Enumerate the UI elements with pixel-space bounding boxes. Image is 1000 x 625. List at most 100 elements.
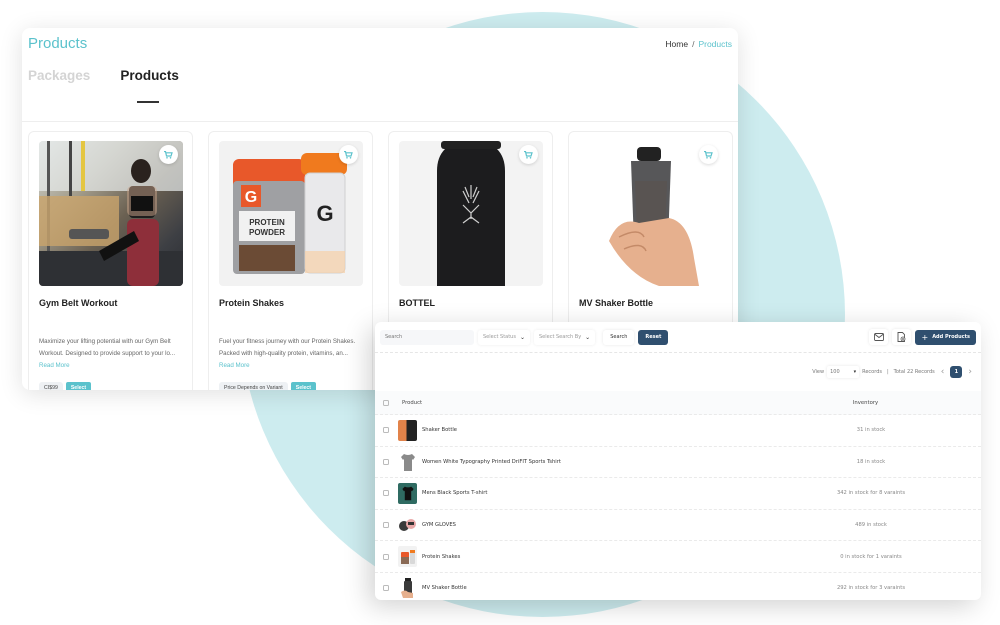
- select-all-checkbox[interactable]: [383, 399, 389, 406]
- email-button[interactable]: [869, 329, 889, 345]
- shaker-bottle-icon: [400, 578, 413, 599]
- row-checkbox[interactable]: [383, 585, 389, 592]
- description-text: Fuel your fitness journey with our Prote…: [219, 338, 356, 357]
- add-to-cart-button[interactable]: [339, 145, 358, 164]
- product-description: Fuel your fitness journey with our Prote…: [219, 336, 363, 376]
- add-products-button[interactable]: + Add Products: [915, 329, 976, 345]
- envelope-icon: [874, 333, 884, 341]
- table-header: Product Inventory: [375, 391, 981, 415]
- protein-powder-icon: [400, 549, 415, 564]
- read-more-link[interactable]: Read More: [39, 362, 70, 369]
- search-button[interactable]: Search: [603, 329, 635, 345]
- protein-powder-photo-icon: G PROTEIN POWDER G: [233, 153, 347, 274]
- black-tshirt-thumb: [398, 482, 417, 504]
- records-label: Records: [862, 369, 882, 375]
- page-title: Products: [28, 35, 88, 52]
- svg-text:PROTEIN: PROTEIN: [249, 218, 285, 227]
- search-by-label: Select Search By: [538, 334, 582, 340]
- export-button[interactable]: [892, 329, 912, 345]
- tshirt-icon: [401, 487, 414, 501]
- protein-thumb: [398, 546, 417, 568]
- store-header: Products Home / Products: [22, 28, 738, 54]
- product-image-bottel[interactable]: [399, 141, 543, 286]
- tab-products[interactable]: Products: [120, 68, 179, 103]
- select-button[interactable]: Select: [290, 382, 317, 390]
- svg-text:G: G: [245, 189, 257, 206]
- read-more-link[interactable]: Read More: [219, 362, 250, 369]
- product-name[interactable]: Women White Typography Printed DriFIT Sp…: [422, 459, 813, 465]
- product-name[interactable]: Protein Shakes: [219, 298, 363, 336]
- reset-button[interactable]: Reset: [638, 329, 669, 345]
- card-footer: Price Depends on Variant Select: [219, 382, 363, 390]
- table-row[interactable]: Women White Typography Printed DriFIT Sp…: [375, 447, 981, 479]
- gloves-icon: [399, 519, 416, 532]
- cart-icon: [704, 150, 713, 159]
- svg-text:G: G: [316, 201, 333, 226]
- svg-text:POWDER: POWDER: [249, 228, 285, 237]
- plus-icon: +: [921, 332, 929, 342]
- price-tag: Price Depends on Variant: [219, 382, 288, 390]
- woman-gym-photo-icon: [39, 141, 183, 286]
- description-text: Maximize your lifting potential with our…: [39, 338, 176, 357]
- tab-bar: Packages Products: [22, 54, 738, 122]
- shaker-hand-photo-icon: [609, 147, 699, 286]
- inventory-value: 0 in stock for 1 varaints: [840, 553, 902, 560]
- product-name[interactable]: Protein Shakes: [422, 554, 813, 560]
- table-row[interactable]: MV Shaker Bottle 292 in stock for 3 vara…: [375, 573, 981, 600]
- table-row[interactable]: Shaker Bottle 31 in stock: [375, 415, 981, 447]
- row-checkbox[interactable]: [383, 458, 389, 465]
- search-by-dropdown[interactable]: Select Search By ⌄: [533, 329, 596, 345]
- black-bottle-photo-icon: [437, 141, 505, 286]
- product-card: Gym Belt Workout Maximize your lifting p…: [28, 131, 193, 390]
- prev-page-icon[interactable]: ‹: [941, 367, 945, 377]
- table-row[interactable]: Mens Black Sports T-shirt 342 in stock f…: [375, 478, 981, 510]
- add-to-cart-button[interactable]: [519, 145, 538, 164]
- breadcrumb-current: Products: [698, 38, 732, 49]
- breadcrumb-home[interactable]: Home: [665, 39, 688, 49]
- stage: Products Home / Products Packages Products: [0, 0, 1000, 625]
- table-row[interactable]: GYM GLOVES 489 in stock: [375, 510, 981, 542]
- status-filter-dropdown[interactable]: Select Status ⌄: [478, 329, 530, 345]
- view-label: View: [812, 369, 825, 375]
- mv-shaker-thumb: [398, 578, 417, 599]
- inventory-value: 342 in stock for 8 varaints: [836, 490, 906, 497]
- add-to-cart-button[interactable]: [159, 145, 178, 164]
- product-name[interactable]: Gym Belt Workout: [39, 298, 183, 336]
- next-page-icon[interactable]: ›: [968, 367, 972, 377]
- current-page-button[interactable]: 1: [950, 366, 963, 378]
- per-page-value: 100: [830, 369, 840, 375]
- inventory-value: 292 in stock for 3 varaints: [836, 585, 906, 592]
- shaker-bottle-thumb: [398, 419, 417, 441]
- row-checkbox[interactable]: [383, 553, 389, 560]
- file-export-icon: [898, 332, 906, 342]
- add-to-cart-button[interactable]: [699, 145, 718, 164]
- table-row[interactable]: Protein Shakes 0 in stock for 1 varaints: [375, 541, 981, 573]
- cart-icon: [164, 150, 173, 159]
- tab-packages[interactable]: Packages: [28, 68, 90, 102]
- column-header-inventory[interactable]: Inventory: [802, 400, 929, 406]
- product-name[interactable]: Shaker Bottle: [422, 427, 813, 433]
- select-button[interactable]: Select: [65, 382, 92, 390]
- product-image-mv-shaker[interactable]: [579, 141, 723, 286]
- product-name[interactable]: Mens Black Sports T-shirt: [422, 490, 813, 496]
- product-name[interactable]: GYM GLOVES: [422, 522, 813, 528]
- per-page-select[interactable]: 100 ▾: [827, 366, 859, 378]
- total-records: Total 22 Records: [893, 369, 935, 375]
- row-checkbox[interactable]: [383, 427, 389, 434]
- row-checkbox[interactable]: [383, 490, 389, 497]
- product-card: G PROTEIN POWDER G Protein Shakes Fuel y…: [208, 131, 373, 390]
- status-filter-label: Select Status: [483, 334, 516, 340]
- search-input[interactable]: [380, 329, 474, 345]
- gloves-thumb: [398, 515, 417, 536]
- column-header-product[interactable]: Product: [402, 400, 802, 406]
- product-image-gym-belt[interactable]: [39, 141, 183, 286]
- inventory-value: 31 in stock: [856, 427, 886, 434]
- chevron-down-icon: ⌄: [585, 333, 591, 341]
- product-image-protein-shakes[interactable]: G PROTEIN POWDER G: [219, 141, 363, 286]
- row-checkbox[interactable]: [383, 522, 389, 529]
- product-name[interactable]: MV Shaker Bottle: [422, 585, 813, 591]
- pager-divider: |: [886, 369, 889, 375]
- add-products-label: Add Products: [932, 334, 970, 340]
- inventory-value: 18 in stock: [856, 458, 886, 465]
- breadcrumb-separator: /: [692, 38, 695, 49]
